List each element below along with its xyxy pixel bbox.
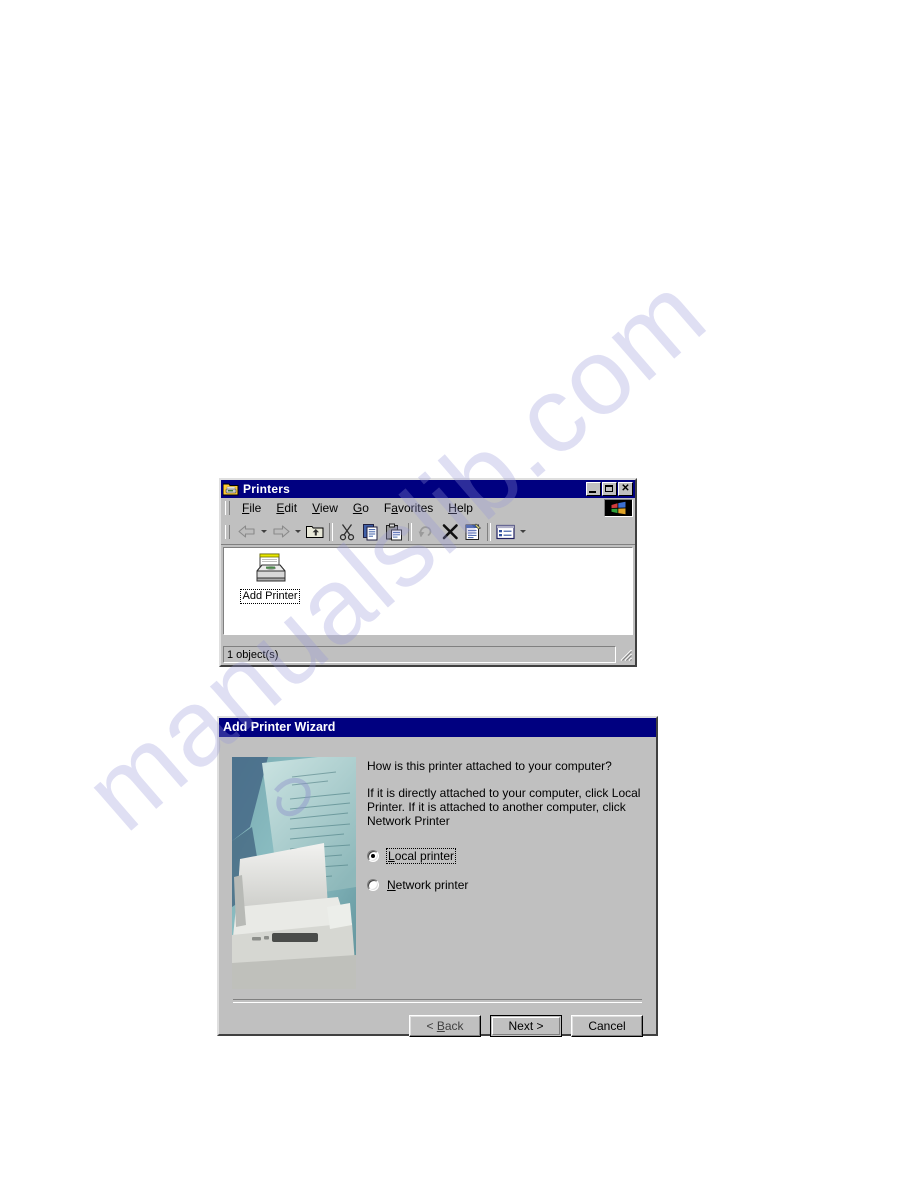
views-list-icon: [496, 524, 515, 539]
wizard-heading: How is this printer attached to your com…: [367, 759, 612, 773]
paste-button[interactable]: [382, 521, 405, 543]
wizard-body-text: If it is directly attached to your compu…: [367, 786, 641, 828]
resize-grip[interactable]: [618, 647, 633, 662]
close-button[interactable]: ✕: [618, 482, 633, 496]
forward-dropdown-button[interactable]: [292, 521, 303, 543]
printers-titlebar[interactable]: Printers ✕: [221, 480, 635, 498]
back-dropdown-button[interactable]: [258, 521, 269, 543]
cut-button[interactable]: [336, 521, 359, 543]
printers-window-controls: ✕: [585, 482, 633, 496]
back-button[interactable]: [235, 521, 258, 543]
wizard-separator: [233, 999, 642, 1003]
menu-edit[interactable]: Edit: [269, 500, 305, 516]
printers-toolbar: [221, 519, 635, 545]
radio-local-printer-label: Local printer: [386, 848, 457, 864]
next-button-label: Next >: [492, 1017, 560, 1035]
toolbar-separator: [408, 522, 412, 541]
arrow-right-icon: [272, 525, 290, 538]
copy-button[interactable]: [359, 521, 382, 543]
printers-statusbar: 1 object(s): [223, 646, 633, 663]
wizard-titlebar[interactable]: Add Printer Wizard: [219, 718, 656, 737]
add-printer-icon-svg: [256, 553, 286, 582]
windows-logo-icon: [604, 499, 633, 517]
maximize-icon: [605, 485, 613, 492]
list-item-add-printer[interactable]: Add Printer: [236, 553, 304, 604]
wizard-body: How is this printer attached to your com…: [219, 737, 656, 1037]
toolbar-separator: [329, 522, 333, 541]
forward-button[interactable]: [269, 521, 292, 543]
wizard-title: Add Printer Wizard: [223, 720, 336, 734]
arrow-left-icon: [237, 525, 255, 538]
add-printer-wizard-dialog: Add Printer Wizard How is this printer a…: [217, 716, 658, 1037]
views-button[interactable]: [494, 521, 517, 543]
cancel-button[interactable]: Cancel: [571, 1015, 643, 1037]
x-delete-icon: [442, 523, 458, 539]
up-button[interactable]: [303, 521, 326, 543]
next-button[interactable]: Next >: [490, 1015, 562, 1037]
scissors-icon: [339, 523, 355, 540]
list-item-label: Add Printer: [240, 589, 300, 604]
windows-logo-svg: [605, 500, 632, 516]
toolbar-separator: [487, 522, 491, 541]
toolbar-grip[interactable]: [225, 524, 230, 539]
delete-button[interactable]: [438, 521, 461, 543]
clipboard-paste-icon: [385, 523, 402, 540]
printers-explorer-window: Printers ✕ File Edit View Go Favorites H…: [219, 478, 637, 667]
printers-folder-icon: [222, 482, 239, 496]
menu-go[interactable]: Go: [346, 500, 377, 516]
menubar-grip[interactable]: [225, 501, 230, 515]
menu-help[interactable]: Help: [441, 500, 481, 516]
radio-network-printer-indicator[interactable]: [367, 879, 379, 891]
properties-button[interactable]: [461, 521, 484, 543]
printers-folder-icon-svg: [222, 483, 239, 496]
back-button[interactable]: < Back: [409, 1015, 481, 1037]
views-dropdown-button[interactable]: [517, 521, 528, 543]
menu-view[interactable]: View: [305, 500, 346, 516]
printers-icon-view[interactable]: Add Printer: [223, 547, 633, 635]
radio-local-printer[interactable]: Local printer: [367, 848, 644, 864]
radio-local-printer-indicator[interactable]: [367, 850, 379, 862]
resize-grip-icon: [620, 649, 632, 661]
menu-favorites[interactable]: Favorites: [377, 500, 441, 516]
undo-button[interactable]: [415, 521, 438, 543]
wizard-illustration: [232, 757, 356, 989]
chevron-down-icon: [294, 530, 301, 533]
wizard-button-bar: < Back Next > Cancel: [409, 1015, 643, 1037]
copy-icon: [362, 523, 377, 540]
printers-menubar: File Edit View Go Favorites Help: [221, 498, 635, 519]
wizard-content: How is this printer attached to your com…: [367, 759, 644, 906]
add-printer-icon: [253, 553, 287, 585]
printer-with-letter-photo-svg: [232, 757, 356, 989]
status-text: 1 object(s): [223, 646, 616, 663]
menu-file[interactable]: File: [235, 500, 269, 516]
printer-attachment-radio-group: Local printer Network printer: [367, 848, 644, 892]
printers-window-title: Printers: [243, 482, 290, 496]
radio-network-printer[interactable]: Network printer: [367, 878, 644, 892]
properties-icon: [465, 522, 481, 540]
radio-network-printer-label: Network printer: [387, 878, 469, 892]
minimize-button[interactable]: [586, 482, 601, 496]
undo-arrow-icon: [418, 526, 432, 537]
close-icon: ✕: [621, 483, 630, 494]
folder-up-icon: [305, 526, 323, 538]
maximize-button[interactable]: [602, 482, 617, 496]
minimize-icon: [589, 491, 596, 493]
chevron-down-icon: [260, 530, 267, 533]
chevron-down-icon: [519, 530, 526, 533]
